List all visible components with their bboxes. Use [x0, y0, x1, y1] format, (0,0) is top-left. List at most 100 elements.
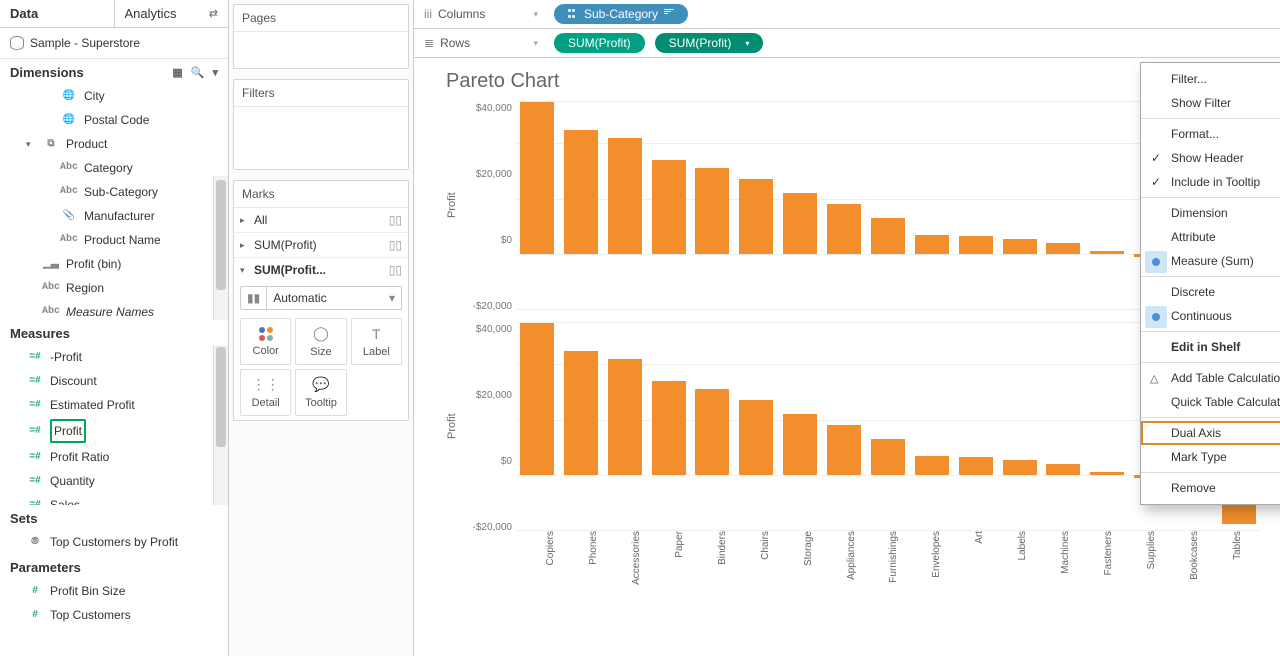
- x-category: Fasteners: [1090, 531, 1127, 611]
- bar-labels[interactable]: [1003, 460, 1037, 475]
- pill-sum-profit-1[interactable]: SUM(Profit): [554, 33, 645, 53]
- bar-chairs[interactable]: [739, 179, 773, 254]
- globe-icon: 🌐: [60, 86, 78, 106]
- x-category: Art: [961, 531, 998, 611]
- dimension-sub-category[interactable]: AbcSub-Category: [0, 180, 228, 204]
- menu-dimension[interactable]: Dimension: [1141, 201, 1280, 225]
- marks-row-1[interactable]: ▸SUM(Profit)▯▯: [234, 232, 408, 257]
- y-ticks: $40,000$20,000$0-$20,000: [460, 101, 516, 314]
- measure-sales[interactable]: =#Sales: [0, 493, 228, 505]
- columns-shelf[interactable]: iiiColumns▾ Sub-Category: [414, 0, 1280, 29]
- bar-envelopes[interactable]: [915, 456, 949, 475]
- view-toggle-icon[interactable]: ▦: [172, 66, 182, 79]
- bar-paper[interactable]: [652, 381, 686, 475]
- pages-card[interactable]: Pages: [233, 4, 409, 69]
- bar-copiers[interactable]: [520, 102, 554, 254]
- dimension-region[interactable]: AbcRegion: [0, 276, 228, 300]
- bar-chairs[interactable]: [739, 400, 773, 475]
- mark-type-select[interactable]: ▮▮ Automatic ▾: [240, 286, 402, 310]
- menu-remove[interactable]: Remove: [1141, 476, 1280, 500]
- bar-art[interactable]: [959, 236, 993, 254]
- color-button[interactable]: Color: [240, 318, 291, 365]
- label-button[interactable]: TLabel: [351, 318, 402, 365]
- dimension-manufacturer[interactable]: 📎Manufacturer: [0, 204, 228, 228]
- menu-attribute[interactable]: Attribute: [1141, 225, 1280, 249]
- bar-storage[interactable]: [783, 414, 817, 475]
- dimension-measure-names[interactable]: AbcMeasure Names: [0, 300, 228, 320]
- bar-phones[interactable]: [564, 130, 598, 254]
- check-icon: ✓: [1149, 151, 1163, 165]
- detail-button[interactable]: ⋮⋮Detail: [240, 369, 291, 416]
- measure-quantity[interactable]: =#Quantity: [0, 469, 228, 493]
- bar-icon: ▯▯: [389, 213, 402, 227]
- bar-machines[interactable]: [1046, 464, 1080, 475]
- filters-card[interactable]: Filters: [233, 79, 409, 170]
- x-category: Storage: [790, 531, 827, 611]
- dimension-category[interactable]: AbcCategory: [0, 156, 228, 180]
- mark-type-value: Automatic: [267, 287, 383, 309]
- filters-title: Filters: [234, 80, 408, 107]
- dimension-product[interactable]: ▾⧉Product: [0, 132, 228, 156]
- dimension-city[interactable]: 🌐City: [0, 84, 228, 108]
- menu-include-in-tooltip[interactable]: ✓Include in Tooltip: [1141, 170, 1280, 194]
- marks-row-0[interactable]: ▸All▯▯: [234, 208, 408, 232]
- set-icon: ⦾: [26, 532, 44, 552]
- tab-analytics[interactable]: Analytics⇄: [115, 0, 229, 27]
- bar-binders[interactable]: [695, 389, 729, 475]
- bar-binders[interactable]: [695, 168, 729, 254]
- parameters-tree: #Profit Bin Size#Top Customers: [0, 579, 228, 627]
- menu-format[interactable]: Format...: [1141, 122, 1280, 146]
- menu-show-header[interactable]: ✓Show Header: [1141, 146, 1280, 170]
- measure-profit[interactable]: =#Profit: [0, 417, 228, 445]
- parameter-item[interactable]: #Top Customers: [0, 603, 228, 627]
- measure--profit[interactable]: =#-Profit: [0, 345, 228, 369]
- menu-add-table-calculation[interactable]: △Add Table Calculation...: [1141, 366, 1280, 390]
- size-button[interactable]: ◯Size: [295, 318, 346, 365]
- sets-header: Sets: [0, 505, 228, 530]
- dimensions-menu-icon[interactable]: ▾: [212, 66, 218, 79]
- menu-show-filter[interactable]: Show Filter: [1141, 91, 1280, 115]
- datasource-row[interactable]: Sample - Superstore: [0, 28, 228, 59]
- rows-shelf[interactable]: ≣Rows▾ SUM(Profit) SUM(Profit)▾: [414, 29, 1280, 58]
- bar-phones[interactable]: [564, 351, 598, 475]
- menu-mark-type[interactable]: Mark Type: [1141, 445, 1280, 469]
- hash-icon: =#: [26, 371, 44, 391]
- bar-labels[interactable]: [1003, 239, 1037, 254]
- x-category: Tables: [1219, 531, 1256, 611]
- bar-copiers[interactable]: [520, 323, 554, 475]
- measure-discount[interactable]: =#Discount: [0, 369, 228, 393]
- dimension-postal-code[interactable]: 🌐Postal Code: [0, 108, 228, 132]
- bar-art[interactable]: [959, 457, 993, 475]
- detail-icon: ⋮⋮: [252, 376, 280, 393]
- hash-icon: =#: [26, 447, 44, 467]
- bar-paper[interactable]: [652, 160, 686, 254]
- bar-machines[interactable]: [1046, 243, 1080, 254]
- menu-measure-sum[interactable]: Measure (Sum): [1141, 249, 1280, 273]
- bar-storage[interactable]: [783, 193, 817, 254]
- set-item[interactable]: ⦾Top Customers by Profit: [0, 530, 228, 554]
- menu-discrete[interactable]: Discrete: [1141, 280, 1280, 304]
- menu-quick-table-calculation[interactable]: Quick Table Calculation: [1141, 390, 1280, 414]
- bar-furnishings[interactable]: [871, 439, 905, 475]
- tab-data[interactable]: Data: [0, 0, 115, 27]
- menu-filter[interactable]: Filter...: [1141, 67, 1280, 91]
- bar-accessories[interactable]: [608, 138, 642, 254]
- search-icon[interactable]: 🔍: [191, 66, 205, 79]
- bar-envelopes[interactable]: [915, 235, 949, 254]
- pill-sum-profit-2[interactable]: SUM(Profit)▾: [655, 33, 764, 53]
- bar-appliances[interactable]: [827, 425, 861, 475]
- bar-accessories[interactable]: [608, 359, 642, 475]
- bar-appliances[interactable]: [827, 204, 861, 254]
- dimension-product-name[interactable]: AbcProduct Name: [0, 228, 228, 252]
- menu-dual-axis[interactable]: Dual Axis: [1141, 421, 1280, 445]
- menu-continuous[interactable]: Continuous: [1141, 304, 1280, 328]
- bar-furnishings[interactable]: [871, 218, 905, 254]
- tooltip-button[interactable]: 💬Tooltip: [295, 369, 346, 416]
- measure-estimated-profit[interactable]: =#Estimated Profit: [0, 393, 228, 417]
- parameter-item[interactable]: #Profit Bin Size: [0, 579, 228, 603]
- pill-subcategory[interactable]: Sub-Category: [554, 4, 688, 24]
- dimension-profit-bin-[interactable]: ▁▃Profit (bin): [0, 252, 228, 276]
- marks-row-2[interactable]: ▾SUM(Profit...▯▯: [234, 257, 408, 282]
- menu-edit-in-shelf[interactable]: Edit in Shelf: [1141, 335, 1280, 359]
- measure-profit-ratio[interactable]: =#Profit Ratio: [0, 445, 228, 469]
